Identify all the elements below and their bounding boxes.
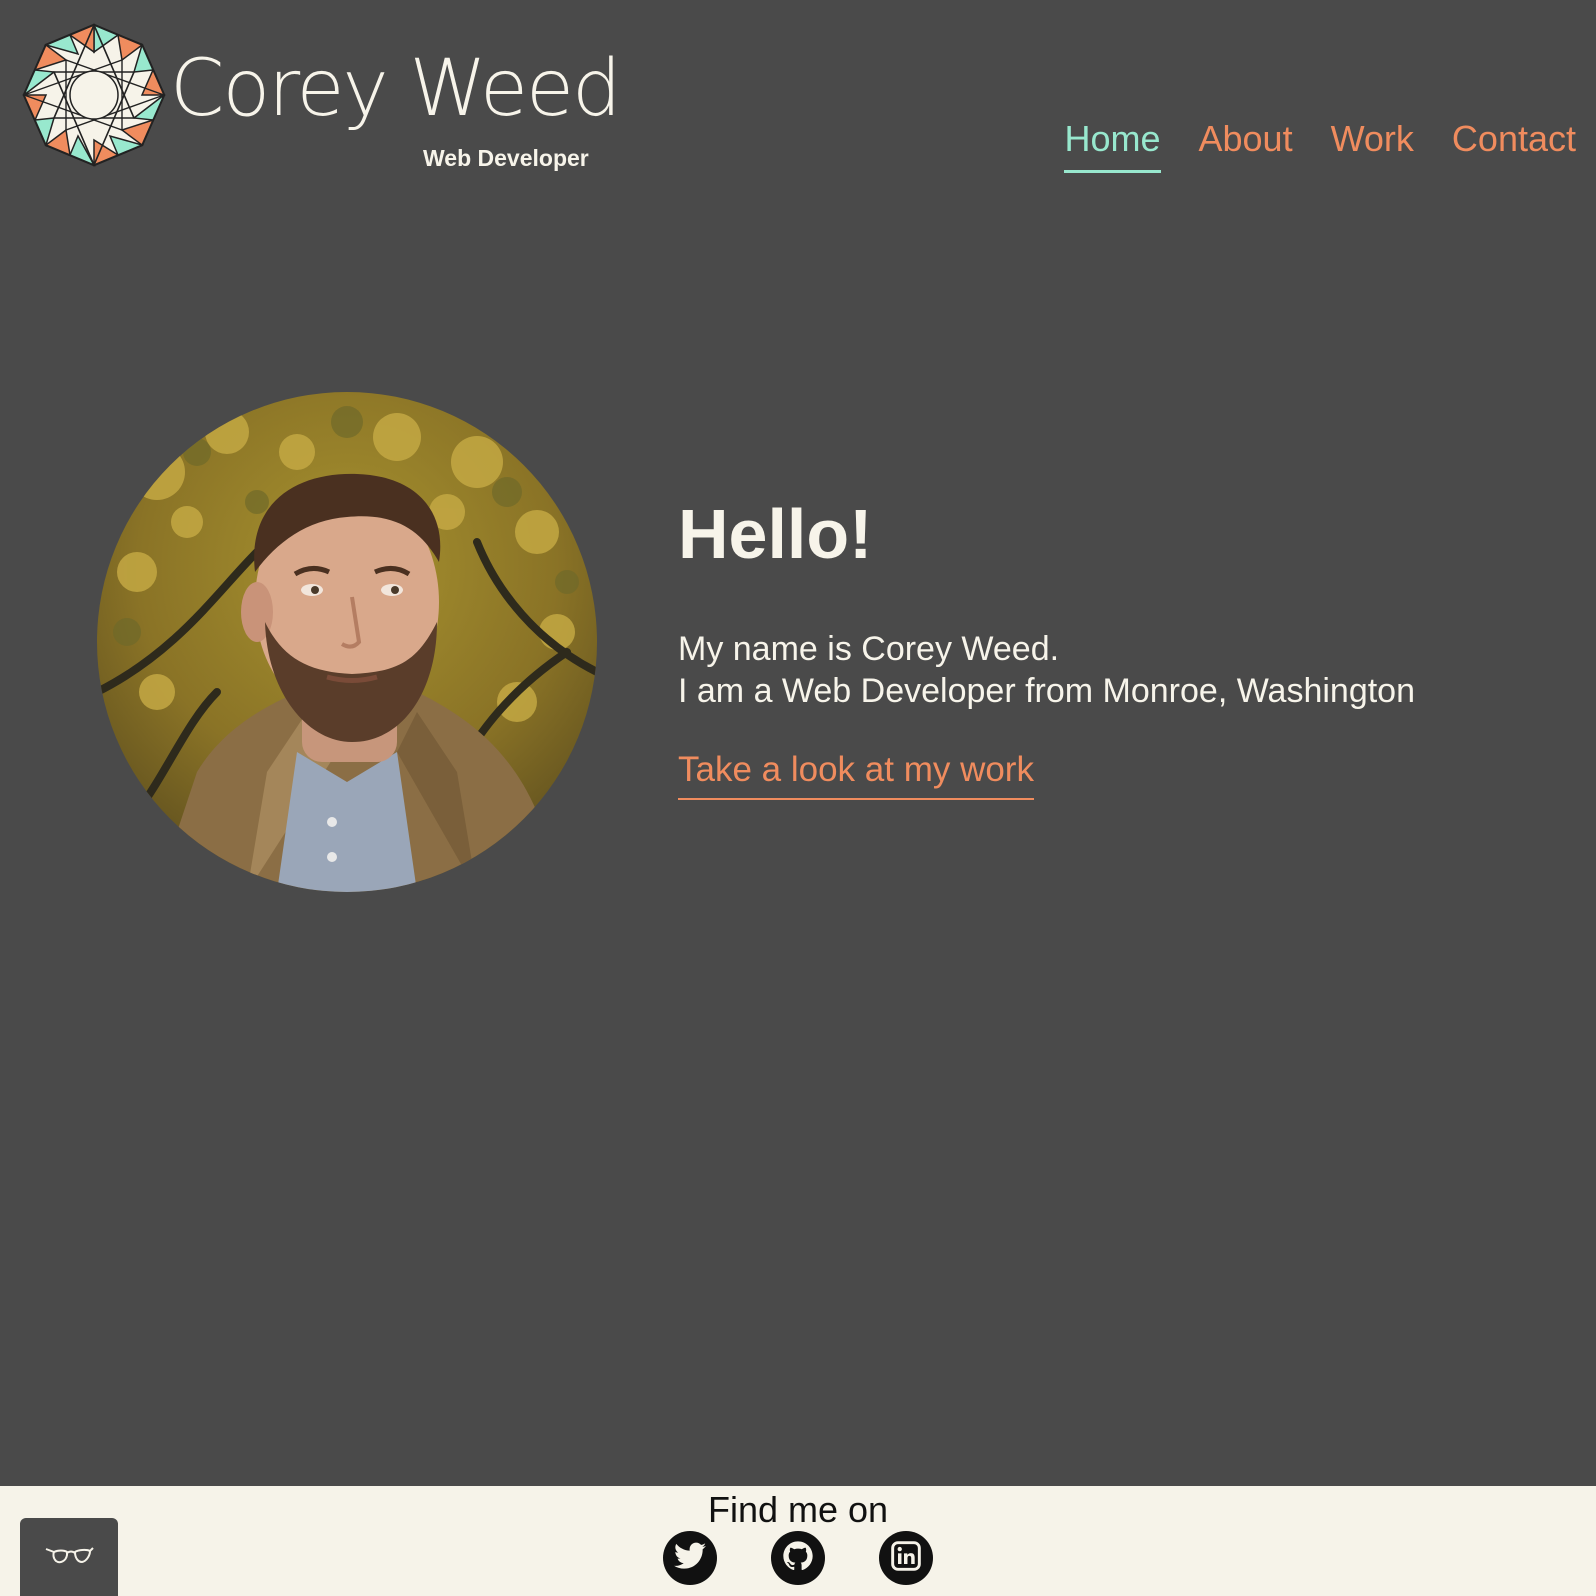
- view-work-link[interactable]: Take a look at my work: [678, 750, 1034, 801]
- brand-subtitle: Web Developer: [423, 145, 589, 171]
- social-links: [663, 1531, 933, 1585]
- linkedin-link[interactable]: [879, 1531, 933, 1585]
- nav-home[interactable]: Home: [1064, 120, 1161, 173]
- main-nav: Home About Work Contact: [1064, 120, 1576, 173]
- nav-contact[interactable]: Contact: [1452, 120, 1576, 173]
- github-icon: [782, 1540, 814, 1577]
- portrait-photo: [97, 392, 597, 892]
- glasses-icon: [44, 1545, 94, 1570]
- footer-title: Find me on: [707, 1489, 889, 1530]
- intro-line-2: I am a Web Developer from Monroe, Washin…: [678, 672, 1415, 711]
- nav-work[interactable]: Work: [1331, 120, 1414, 173]
- github-link[interactable]: [771, 1531, 825, 1585]
- linkedin-icon: [890, 1540, 922, 1577]
- hero-intro: My name is Corey Weed. I am a Web Develo…: [678, 628, 1538, 712]
- accessibility-toggle-button[interactable]: [20, 1518, 118, 1596]
- site-header: Corey Weed Web Developer Home About Work…: [0, 0, 1596, 200]
- site-footer: Find me on: [0, 1486, 1596, 1596]
- intro-line-1: My name is Corey Weed.: [678, 630, 1060, 668]
- hero-heading: Hello!: [678, 495, 873, 573]
- hero-section: Hello! My name is Corey Weed. I am a Web…: [678, 492, 1538, 801]
- brand-name[interactable]: Corey Weed: [170, 50, 622, 128]
- logo-icon[interactable]: [21, 22, 167, 168]
- twitter-link[interactable]: [663, 1531, 717, 1585]
- nav-about[interactable]: About: [1199, 120, 1293, 173]
- twitter-icon: [674, 1542, 706, 1575]
